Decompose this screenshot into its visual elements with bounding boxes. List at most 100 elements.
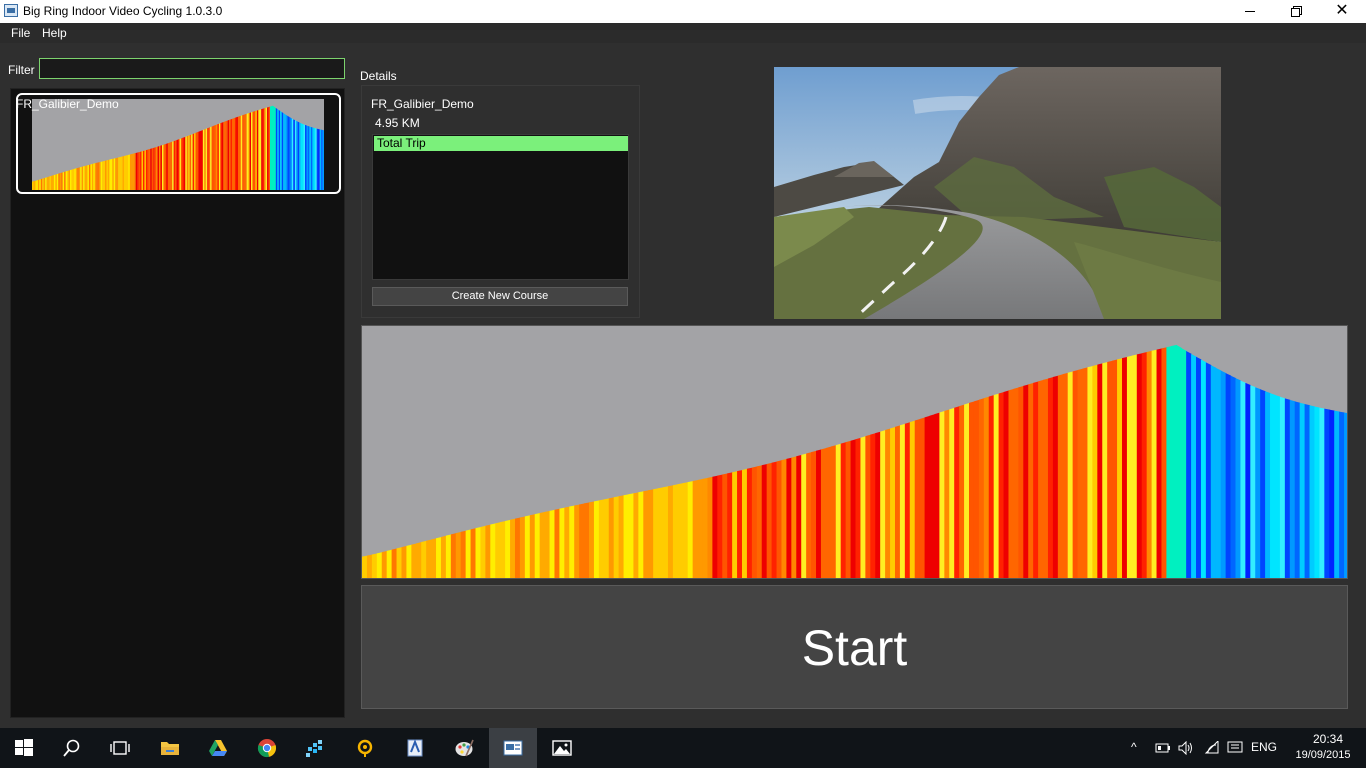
task-view-icon	[110, 741, 130, 755]
profile-segment	[584, 502, 590, 578]
create-new-course-button[interactable]: Create New Course	[372, 287, 628, 306]
profile-segment	[1067, 371, 1074, 578]
taskbar-app-button[interactable]	[341, 728, 389, 768]
action-center-icon[interactable]	[1227, 741, 1243, 755]
profile-segment	[559, 507, 565, 578]
profile-segment	[119, 156, 122, 190]
profile-segment	[603, 498, 610, 578]
course-item-name: FR_Galibier_Demo	[16, 97, 119, 111]
profile-segment	[226, 120, 228, 190]
profile-segment	[313, 127, 316, 190]
profile-segment	[825, 446, 832, 578]
profile-segment	[426, 539, 432, 578]
profile-segment	[251, 111, 253, 190]
app-icon	[306, 740, 322, 757]
big-ring-taskbar-button[interactable]	[489, 728, 537, 768]
profile-segment	[505, 519, 511, 578]
profile-segment	[167, 142, 170, 190]
profile-segment	[589, 501, 595, 578]
course-list-item[interactable]: FR_Galibier_Demo	[16, 93, 341, 194]
profile-segment	[232, 118, 234, 190]
profile-segment	[128, 154, 130, 190]
profile-segment	[37, 179, 40, 190]
taskbar-app-button[interactable]	[391, 728, 439, 768]
profile-segment	[196, 131, 199, 190]
profile-segment	[475, 526, 482, 578]
clock-date[interactable]: 19/09/2015	[1288, 749, 1358, 761]
profile-segment	[42, 178, 44, 190]
profile-segment	[1274, 394, 1281, 578]
profile-segment	[1102, 362, 1108, 578]
profile-segment	[105, 160, 107, 190]
profile-segment	[855, 437, 862, 578]
photos-button[interactable]	[538, 728, 586, 768]
profile-segment	[944, 409, 950, 578]
profile-segment	[1196, 356, 1202, 578]
profile-segment	[1013, 387, 1019, 578]
profile-segment	[180, 137, 183, 190]
profile-segment	[914, 418, 921, 578]
profile-segment	[74, 168, 76, 190]
wifi-icon[interactable]	[1204, 741, 1220, 755]
profile-segment	[159, 145, 161, 190]
profile-segment	[236, 116, 239, 190]
profile-segment	[72, 168, 75, 190]
menu-help[interactable]: Help	[42, 26, 67, 40]
profile-segment	[1314, 406, 1320, 578]
windows-start-button[interactable]	[0, 728, 48, 768]
task-view-button[interactable]	[96, 728, 144, 768]
profile-segment	[125, 155, 128, 190]
menu-file[interactable]: File	[11, 26, 30, 40]
profile-segment	[283, 113, 285, 190]
profile-segment	[978, 398, 985, 578]
taskbar-app-button[interactable]	[291, 728, 339, 768]
profile-segment	[786, 457, 792, 578]
profile-segment	[97, 162, 100, 190]
profile-segment	[297, 121, 300, 190]
profile-segment	[702, 477, 709, 578]
profile-segment	[144, 150, 147, 190]
profile-segment	[121, 156, 123, 190]
profile-segment	[163, 144, 166, 190]
battery-icon[interactable]	[1155, 742, 1171, 754]
profile-segment	[1038, 379, 1044, 578]
profile-segment	[287, 115, 290, 190]
show-hidden-icons-chevron-icon[interactable]: ^	[1131, 740, 1137, 754]
profile-segment	[988, 395, 995, 578]
profile-segment	[455, 531, 462, 578]
close-button[interactable]: ✕	[1319, 0, 1365, 23]
profile-segment	[998, 391, 1005, 578]
clock-time[interactable]: 20:34	[1298, 732, 1358, 746]
start-button[interactable]: Start	[361, 585, 1348, 709]
chrome-button[interactable]	[243, 728, 291, 768]
profile-segment	[312, 127, 314, 190]
profile-segment	[1018, 385, 1024, 578]
profile-segment	[1171, 344, 1177, 578]
profile-segment	[445, 534, 452, 578]
profile-segment	[1299, 402, 1306, 578]
profile-segment	[198, 131, 201, 190]
profile-segment	[221, 122, 224, 190]
minimize-button[interactable]	[1227, 0, 1273, 23]
profile-segment	[1092, 364, 1098, 578]
profile-segment	[406, 544, 412, 578]
profile-segment	[880, 430, 886, 578]
profile-segment	[1107, 360, 1113, 578]
trip-item-total-trip[interactable]: Total Trip	[374, 136, 628, 151]
file-explorer-button[interactable]	[146, 728, 194, 768]
profile-segment	[875, 431, 881, 578]
profile-segment	[1334, 410, 1340, 578]
search-button[interactable]	[48, 728, 96, 768]
profile-segment	[1284, 398, 1291, 578]
profile-segment	[529, 514, 536, 578]
paint-button[interactable]	[440, 728, 488, 768]
profile-segment	[1205, 362, 1212, 578]
filter-input[interactable]	[39, 58, 345, 79]
input-language[interactable]: ENG	[1251, 740, 1277, 754]
google-drive-button[interactable]	[194, 728, 242, 768]
volume-icon[interactable]	[1178, 741, 1194, 755]
profile-segment	[115, 157, 117, 190]
restore-button[interactable]	[1273, 0, 1319, 23]
profile-segment	[722, 473, 728, 578]
profile-segment	[638, 491, 644, 578]
